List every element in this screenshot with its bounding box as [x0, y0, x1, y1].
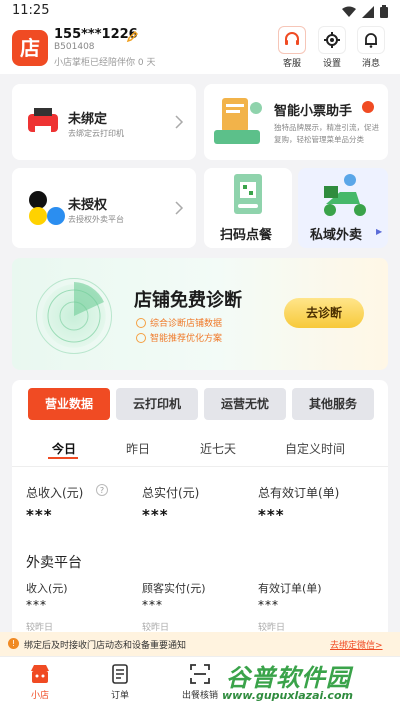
printer-icon	[26, 106, 60, 140]
wechat-bind-notice: ! 绑定后及时接收门店动态和设备重要通知 去绑定微信>	[0, 632, 400, 656]
tab-store[interactable]: 小店	[10, 663, 70, 701]
tab-store-label: 小店	[30, 691, 49, 701]
store-logo: 店	[12, 30, 48, 66]
order-list-icon	[90, 663, 150, 685]
total-income-label: 总收入(元)	[26, 486, 84, 500]
status-bar: 11:25	[0, 0, 400, 24]
printer-card[interactable]: 未绑定 去绑定云打印机	[12, 84, 196, 160]
check-icon	[136, 332, 146, 343]
tab-orders[interactable]: 订单	[90, 663, 150, 701]
store-header: 店 155***1226 B501408 小店掌柜已经陪伴你 0 天 客服 设置…	[0, 24, 400, 74]
diagnosis-point-1: 综合诊断店铺数据	[136, 316, 222, 329]
store-id: B501408	[54, 42, 95, 52]
takeout-orders-value: ***	[258, 598, 279, 612]
scan-order-title: 扫码点餐	[220, 228, 273, 243]
smart-ticket-title: 智能小票助手	[274, 104, 353, 119]
tab-today[interactable]: 今日	[52, 440, 76, 457]
tab-last-seven-days[interactable]: 近七天	[200, 440, 236, 457]
customer-service-button[interactable]: 客服	[272, 24, 312, 70]
total-paid-value: ***	[142, 506, 169, 524]
printer-card-sub: 去绑定云打印机	[68, 129, 124, 138]
bind-wechat-link[interactable]: 去绑定微信>	[330, 638, 383, 651]
triangle-right-icon: ▶	[376, 227, 383, 236]
tab-custom-range[interactable]: 自定义时间	[285, 440, 345, 457]
smart-ticket-desc-2: 复购，轻松管理菜单品分类	[274, 135, 364, 144]
notice-text: 绑定后及时接收门店动态和设备重要通知	[24, 641, 187, 651]
store-diagnosis-banner[interactable]: 店铺免费诊断 综合诊断店铺数据 智能推荐优化方案 去诊断	[12, 258, 388, 370]
alert-icon: !	[8, 638, 19, 649]
scooter-rider-icon	[316, 172, 372, 222]
signal-icon	[362, 5, 374, 22]
wifi-icon	[342, 6, 356, 22]
diagnose-button[interactable]: 去诊断	[284, 298, 364, 328]
watermark-url: www.gupuxlazai.com	[222, 689, 353, 702]
total-orders-value: ***	[258, 506, 285, 524]
delivery-auth-card[interactable]: 未授权 去授权外卖平台	[12, 168, 196, 248]
site-watermark: 谷普软件园 www.gupuxlazai.com	[218, 658, 400, 708]
scan-order-card[interactable]: 扫码点餐	[204, 168, 292, 248]
settings-label: 设置	[322, 59, 341, 69]
total-orders-label: 总有效订单(单)	[258, 486, 340, 500]
tab-yesterday[interactable]: 昨日	[126, 440, 150, 457]
active-tab-indicator	[48, 457, 78, 459]
printer-card-title: 未绑定	[68, 112, 108, 127]
segment-business-data[interactable]: 营业数据	[28, 388, 110, 420]
delivery-platform-icon	[26, 190, 68, 230]
system-icons	[342, 5, 388, 22]
business-data-panel: 营业数据 云打印机 运营无忧 其他服务 今日 昨日 近七天 自定义时间 总收入(…	[12, 380, 388, 640]
takeout-platform-title: 外卖平台	[26, 555, 82, 571]
watermark-title: 谷普软件园	[226, 664, 351, 692]
companion-days: 小店掌柜已经陪伴你 0 天	[54, 58, 156, 68]
battery-icon	[380, 5, 388, 22]
customer-paid-value: ***	[142, 598, 163, 612]
status-time: 11:25	[12, 3, 50, 18]
tab-orders-label: 订单	[110, 691, 129, 701]
gear-icon	[318, 26, 346, 54]
delivery-card-title: 未授权	[68, 198, 108, 213]
customer-service-label: 客服	[282, 59, 301, 69]
segment-cloud-printer[interactable]: 云打印机	[116, 388, 198, 420]
divider	[12, 466, 388, 467]
headset-icon	[278, 26, 306, 54]
diagnosis-point-2: 智能推荐优化方案	[136, 331, 222, 344]
tab-verify-label: 出餐核销	[181, 691, 218, 701]
check-icon	[136, 317, 146, 328]
private-delivery-card[interactable]: 私域外卖 ▶	[298, 168, 388, 248]
segment-other-services[interactable]: 其他服务	[292, 388, 374, 420]
segment-operations[interactable]: 运营无忧	[204, 388, 286, 420]
store-tab-icon	[10, 663, 70, 685]
takeout-income-label: 收入(元)	[26, 582, 68, 595]
private-delivery-title: 私域外卖	[310, 228, 363, 243]
takeout-orders-label: 有效订单(单)	[258, 582, 322, 595]
radar-icon	[36, 278, 112, 354]
diagnosis-point-2-text: 智能推荐优化方案	[150, 334, 223, 344]
help-icon[interactable]: ?	[96, 484, 108, 496]
diagnosis-title: 店铺免费诊断	[134, 290, 242, 311]
smart-ticket-card[interactable]: 智能小票助手 独特品牌展示，精准引流，促进 复购，轻松管理菜单品分类	[204, 84, 388, 160]
total-income-value: ***	[26, 506, 53, 524]
qr-code-icon	[228, 174, 268, 222]
settings-button[interactable]: 设置	[312, 24, 352, 70]
new-badge-icon	[362, 101, 374, 113]
messages-button[interactable]: 消息	[351, 24, 391, 70]
delivery-card-sub: 去授权外卖平台	[68, 215, 124, 224]
chevron-right-icon	[174, 114, 184, 129]
edit-icon[interactable]	[126, 28, 139, 43]
diagnosis-point-1-text: 综合诊断店铺数据	[150, 319, 223, 329]
takeout-income-value: ***	[26, 598, 47, 612]
receipt-illustration-icon	[210, 94, 268, 156]
customer-paid-label: 顾客实付(元)	[142, 582, 206, 595]
smart-ticket-desc-1: 独特品牌展示，精准引流，促进	[274, 123, 379, 132]
chevron-right-icon	[174, 200, 184, 215]
total-paid-label: 总实付(元)	[142, 486, 200, 500]
messages-label: 消息	[361, 59, 380, 69]
bell-icon	[357, 26, 385, 54]
